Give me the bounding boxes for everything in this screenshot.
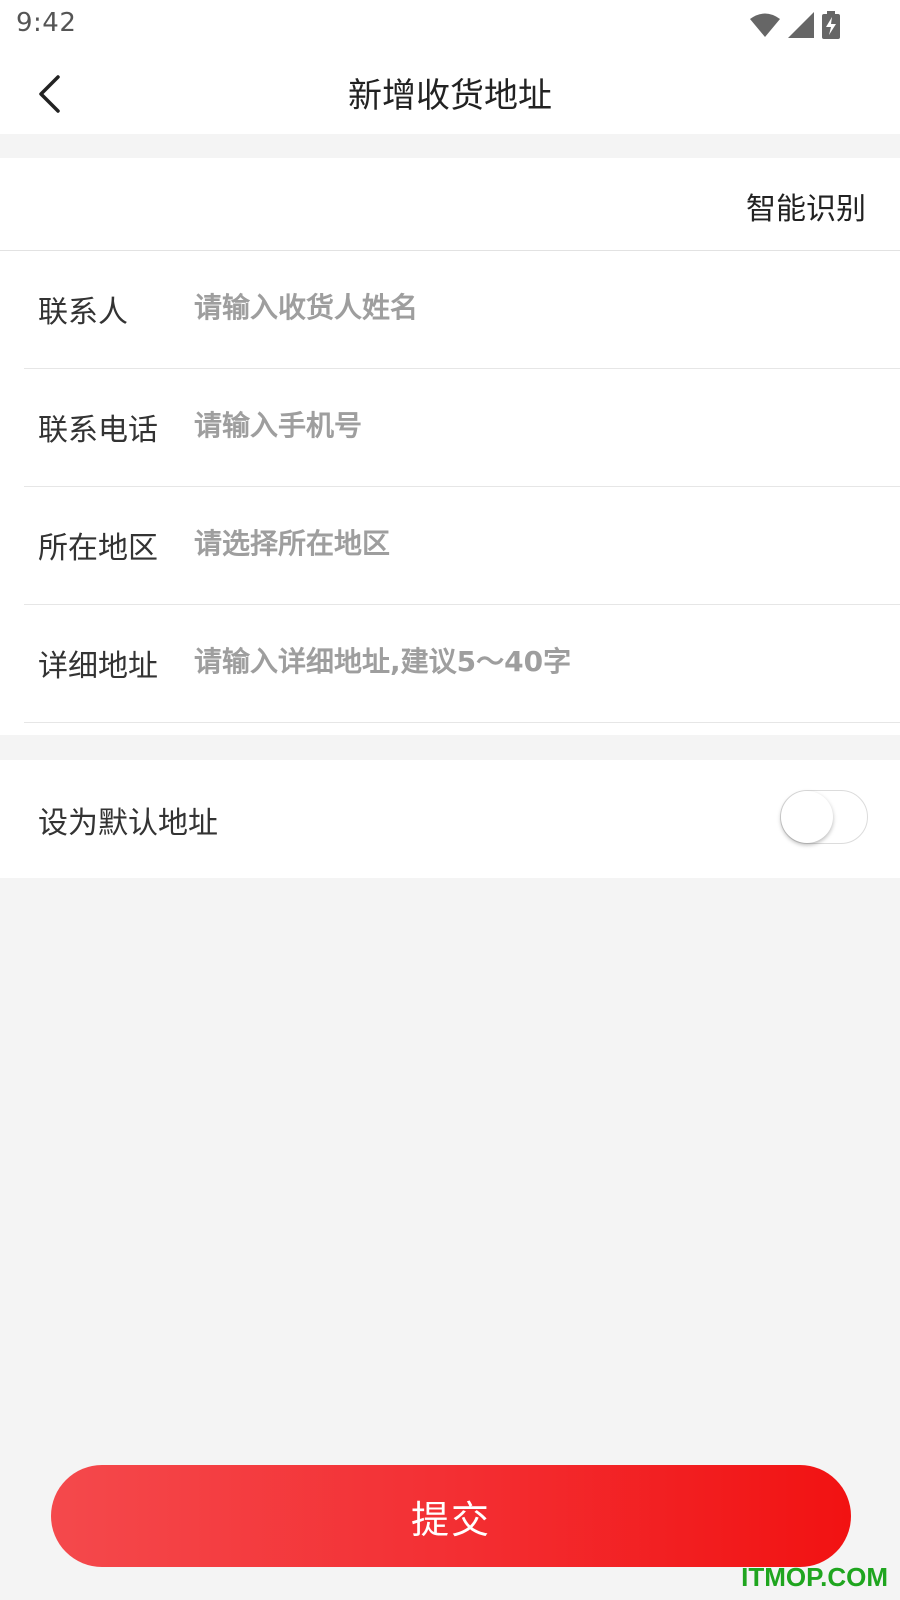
contact-name-input[interactable] — [194, 279, 874, 335]
contact-phone-row: 联系电话 — [24, 369, 900, 487]
status-icons — [750, 10, 840, 40]
status-bar: 9:42 — [0, 0, 900, 52]
row-divider — [24, 722, 900, 723]
region-select[interactable] — [194, 515, 874, 571]
default-address-row: 设为默认地址 — [0, 760, 900, 878]
default-address-label: 设为默认地址 — [38, 806, 218, 841]
page-title: 新增收货地址 — [348, 76, 552, 116]
battery-charging-icon — [822, 11, 840, 39]
smart-recognize-bar: 智能识别 — [0, 158, 900, 251]
contact-phone-label: 联系电话 — [38, 413, 158, 448]
smart-recognize-button[interactable]: 智能识别 — [746, 184, 866, 228]
default-address-toggle[interactable] — [780, 790, 868, 844]
submit-button[interactable]: 提交 — [51, 1465, 851, 1567]
contact-phone-input[interactable] — [194, 397, 874, 453]
contact-name-row: 联系人 — [24, 251, 900, 369]
detail-address-row: 详细地址 — [24, 605, 900, 723]
signal-icon — [788, 12, 814, 38]
wifi-icon — [750, 13, 780, 37]
detail-address-label: 详细地址 — [38, 649, 158, 684]
header: 新增收货地址 — [0, 52, 900, 134]
toggle-knob — [781, 791, 833, 843]
detail-address-input[interactable] — [194, 633, 874, 689]
watermark-logo: ITMOP.COM — [741, 1562, 888, 1592]
contact-name-label: 联系人 — [38, 295, 128, 330]
region-row[interactable]: 所在地区 — [24, 487, 900, 605]
region-label: 所在地区 — [38, 531, 158, 566]
address-form: 联系人 联系电话 所在地区 详细地址 — [0, 251, 900, 735]
status-time: 9:42 — [16, 8, 77, 38]
